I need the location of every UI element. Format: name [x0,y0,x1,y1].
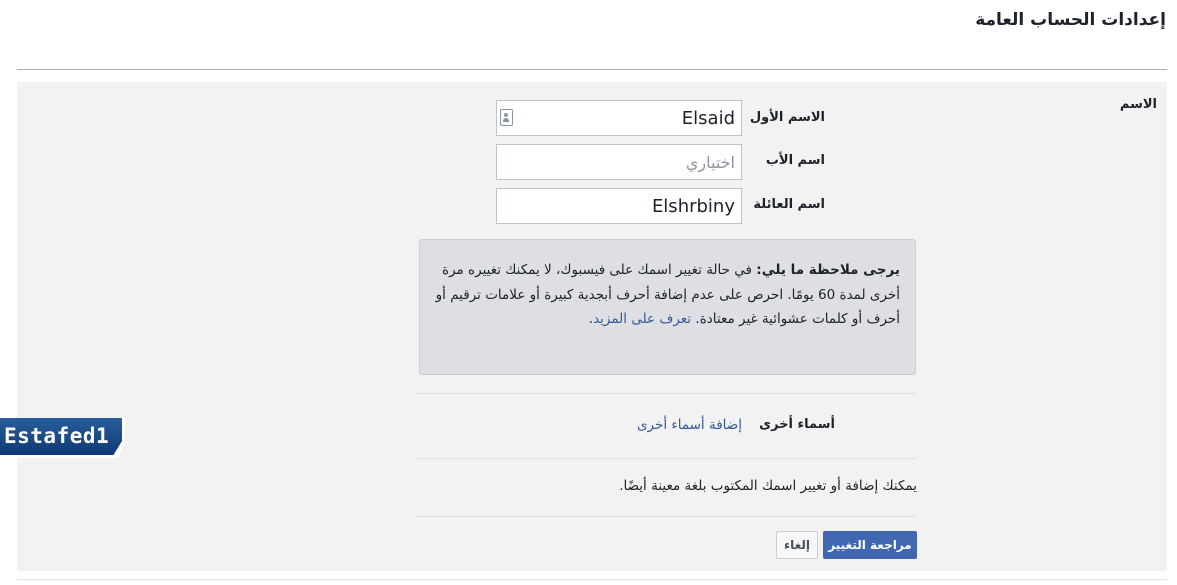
review-change-button[interactable]: مراجعة التغيير [823,531,917,559]
other-names-label: أسماء أخرى [759,417,835,432]
divider [416,393,916,394]
title-divider [17,69,1167,70]
notice-heading: يرجى ملاحظة ما يلي: [756,262,900,278]
middle-name-label: اسم الأب [765,153,825,168]
last-name-label: اسم العائلة [753,197,825,212]
page-title: إعدادات الحساب العامة [975,10,1166,30]
last-name-input[interactable] [496,188,742,224]
divider [416,458,916,459]
watermark-logo: Estafed1 [0,418,125,458]
section-label: الاسم [1119,97,1157,112]
first-name-input[interactable] [496,100,742,136]
language-name-note: يمكنك إضافة أو تغيير اسمك المكتوب بلغة م… [619,478,917,494]
name-change-notice: يرجى ملاحظة ما يلي: في حالة تغيير اسمك ع… [419,239,916,375]
section-bottom-divider [17,579,1167,580]
add-other-names-link[interactable]: إضافة أسماء أخرى [637,417,742,433]
middle-name-input[interactable] [496,144,742,180]
watermark-text: Estafed1 [0,418,122,455]
learn-more-link[interactable]: تعرف على المزيد [593,311,691,327]
cancel-button[interactable]: إلغاء [776,531,818,559]
first-name-label: الاسم الأول [749,110,825,125]
divider [416,516,916,517]
contact-card-icon[interactable] [500,109,513,126]
